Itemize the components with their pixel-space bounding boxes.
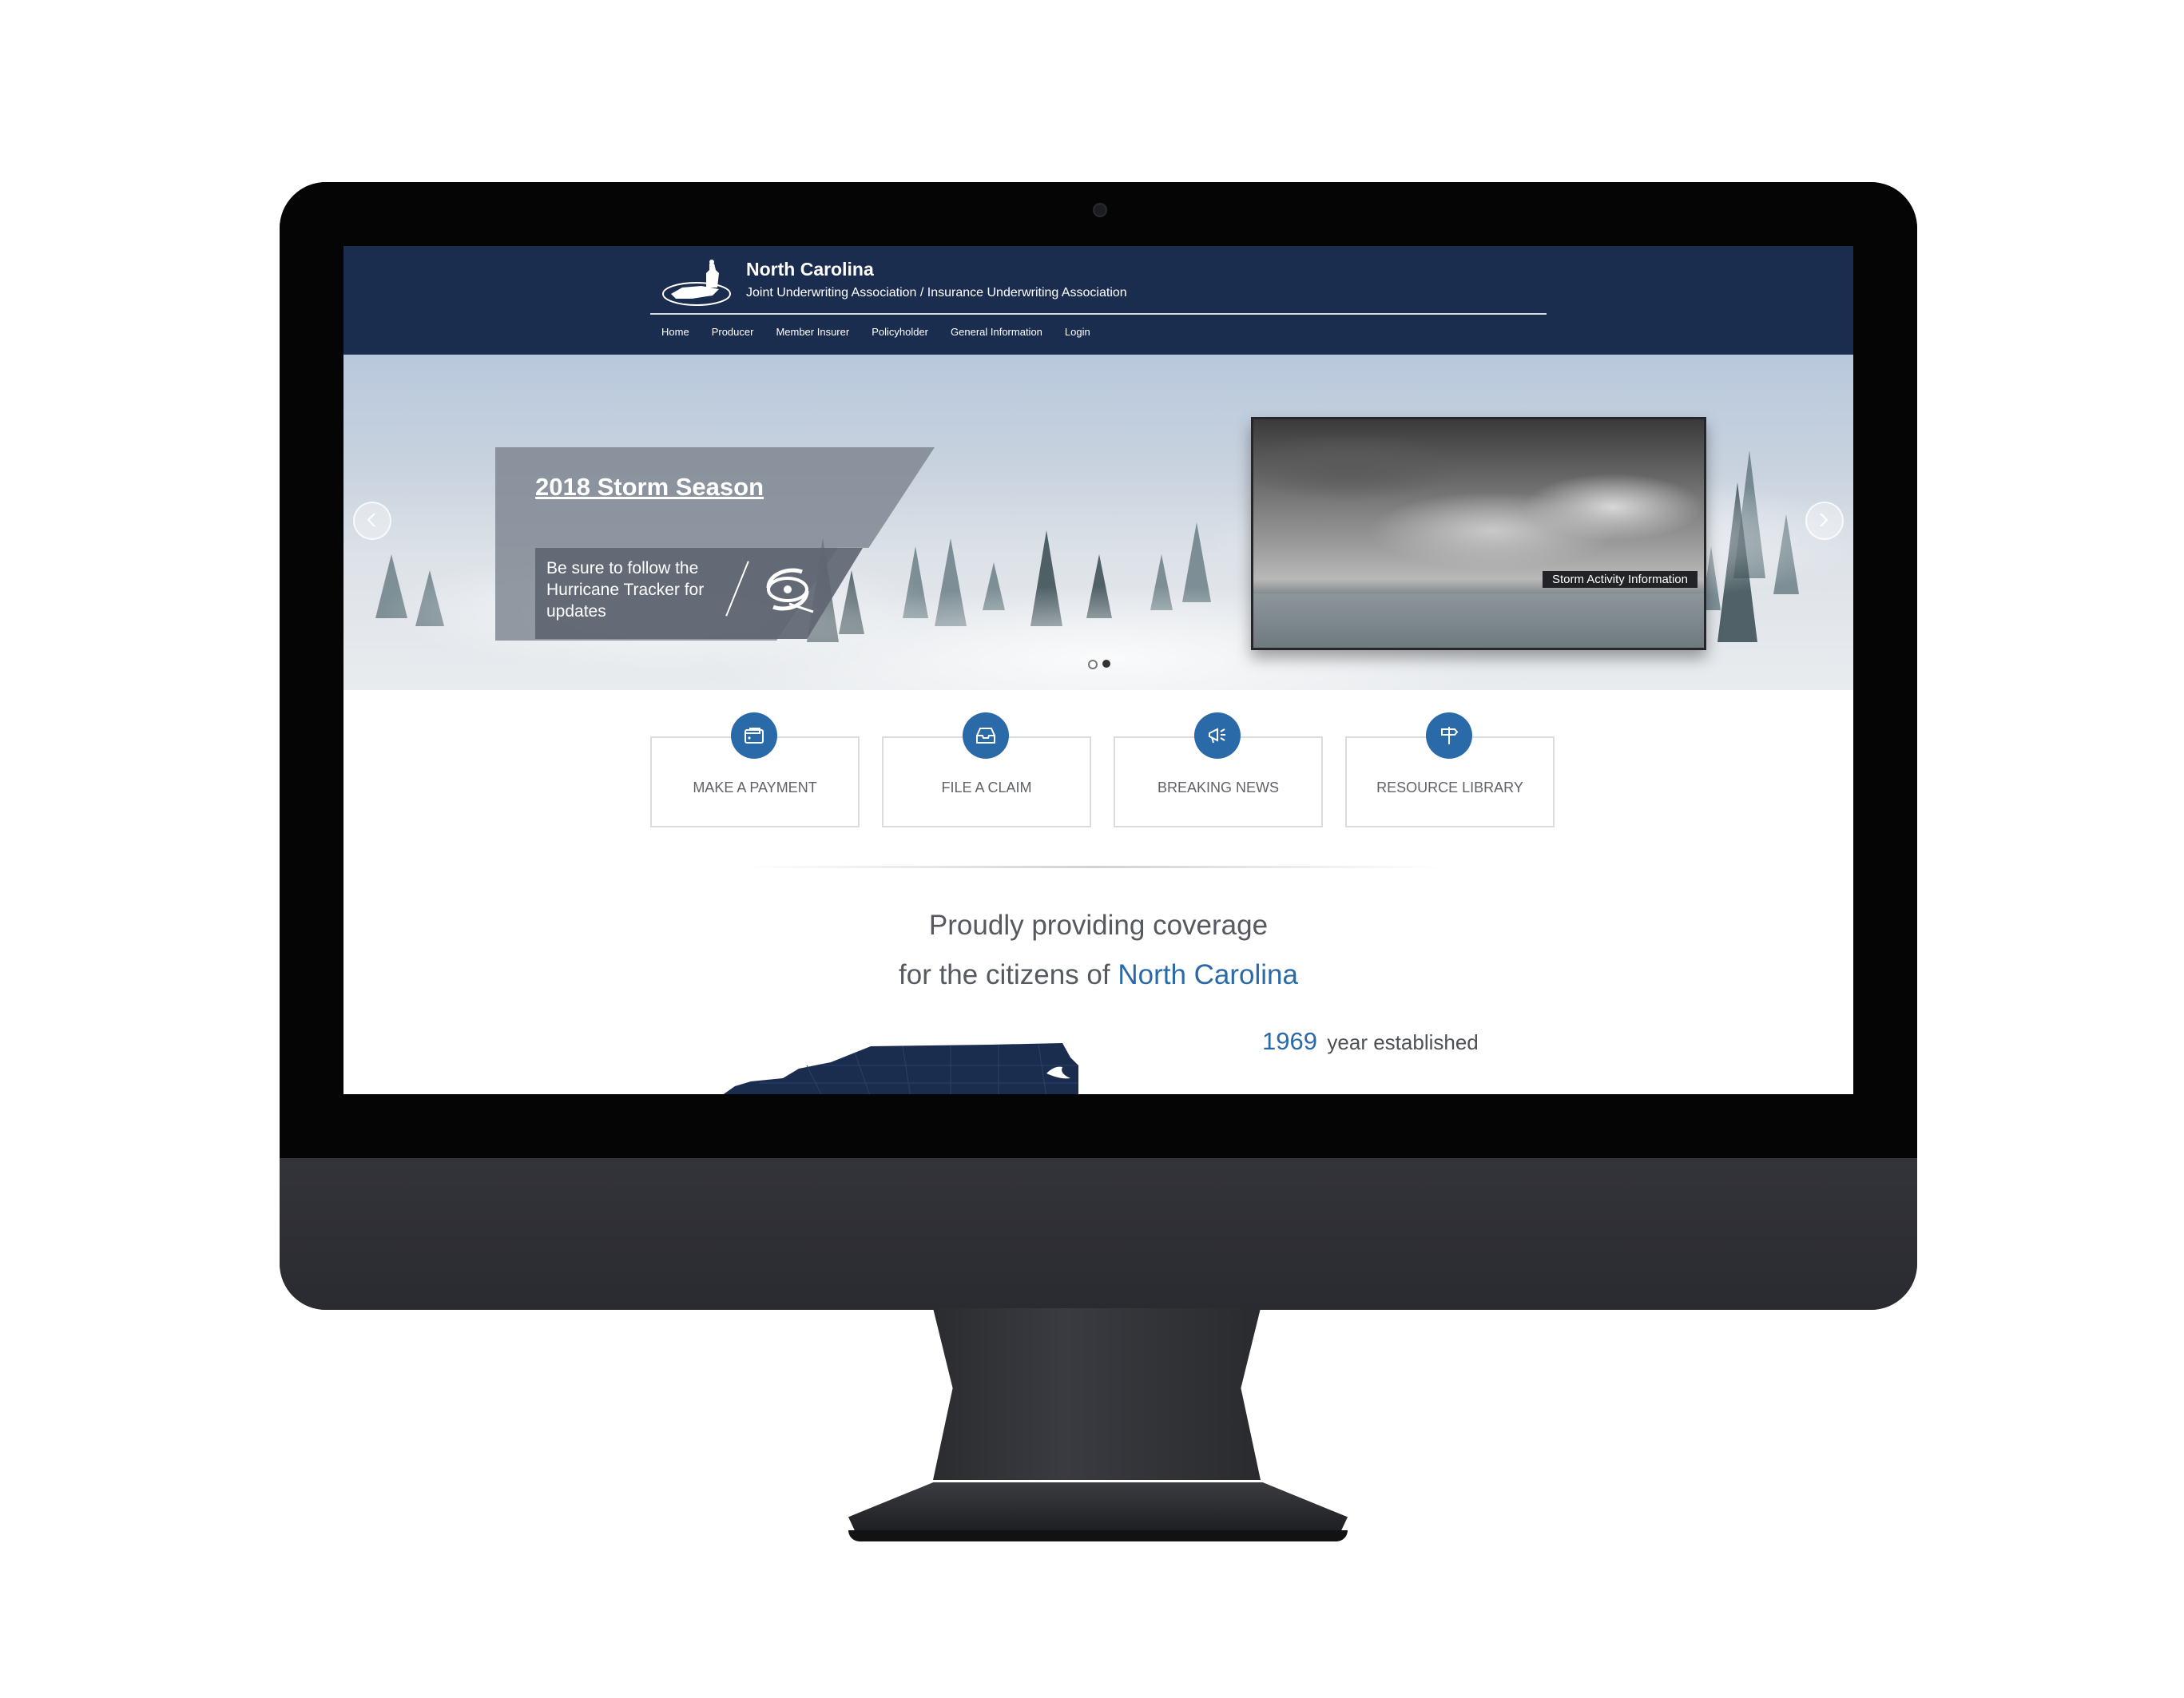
- site-header: North Carolina Joint Underwriting Associ…: [343, 246, 1853, 355]
- camera: [1093, 203, 1107, 217]
- carousel-prev-button[interactable]: [353, 502, 391, 540]
- make-a-payment-label: MAKE A PAYMENT: [693, 780, 817, 795]
- carousel-dot-1[interactable]: [1088, 660, 1098, 669]
- tagline-prefix: for the citizens of: [899, 959, 1110, 990]
- nav-home[interactable]: Home: [661, 326, 689, 338]
- wallet-icon: [731, 712, 777, 759]
- quick-links: MAKE A PAYMENT FILE A CLAIM BREAKING NEW…: [650, 712, 1555, 827]
- carousel-dots: [1088, 660, 1110, 669]
- make-a-payment-button[interactable]: MAKE A PAYMENT: [650, 712, 860, 827]
- stat-number: 1969: [1262, 1027, 1317, 1055]
- storm-sea: [1253, 593, 1704, 648]
- hero-title-link[interactable]: 2018 Storm Season: [535, 473, 764, 502]
- stat-year-established: 1969 year established: [1262, 1027, 1479, 1056]
- org-name: North Carolina: [746, 259, 874, 280]
- storm-activity-label[interactable]: Storm Activity Information: [1542, 571, 1698, 588]
- imac-chin: [280, 1158, 1917, 1310]
- nc-county-map: [711, 1041, 1094, 1094]
- resource-library-label: RESOURCE LIBRARY: [1376, 780, 1523, 795]
- section-divider: [743, 866, 1446, 868]
- megaphone-icon: [1194, 712, 1241, 759]
- stat-label: year established: [1327, 1030, 1479, 1054]
- tagline-highlight: North Carolina: [1118, 959, 1298, 990]
- stand-shadow: [848, 1530, 1348, 1541]
- tagline-line-2: for the citizens of North Carolina: [343, 950, 1853, 1000]
- tagline: Proudly providing coverage for the citiz…: [343, 901, 1853, 1000]
- breaking-news-button[interactable]: BREAKING NEWS: [1114, 712, 1323, 827]
- nav-general-information[interactable]: General Information: [951, 326, 1042, 338]
- screen: North Carolina Joint Underwriting Associ…: [343, 246, 1853, 1094]
- breaking-news-label: BREAKING NEWS: [1157, 780, 1280, 795]
- nav-login[interactable]: Login: [1065, 326, 1090, 338]
- main-nav: Home Producer Member Insurer Policyholde…: [661, 326, 1090, 338]
- hero-text: Be sure to follow the Hurricane Tracker …: [546, 559, 705, 621]
- file-a-claim-button[interactable]: FILE A CLAIM: [882, 712, 1091, 827]
- nav-policyholder[interactable]: Policyholder: [872, 326, 928, 338]
- carousel-dot-2[interactable]: [1102, 660, 1110, 668]
- signpost-icon: [1426, 712, 1472, 759]
- logo-icon[interactable]: [660, 259, 733, 311]
- stand-neck: [933, 1308, 1261, 1480]
- nav-member-insurer[interactable]: Member Insurer: [776, 326, 849, 338]
- org-subtitle: Joint Underwriting Association / Insuran…: [746, 286, 1127, 300]
- nav-producer[interactable]: Producer: [712, 326, 754, 338]
- file-a-claim-label: FILE A CLAIM: [941, 780, 1032, 795]
- carousel-next-button[interactable]: [1805, 502, 1844, 540]
- resource-library-button[interactable]: RESOURCE LIBRARY: [1345, 712, 1555, 827]
- tagline-line-1: Proudly providing coverage: [928, 910, 1269, 941]
- hurricane-icon[interactable]: [757, 564, 821, 620]
- inbox-icon: [963, 712, 1009, 759]
- chevron-left-icon: [367, 513, 375, 527]
- storm-video-frame[interactable]: Storm Activity Information: [1251, 417, 1706, 650]
- chevron-right-icon: [1820, 513, 1829, 527]
- header-divider: [650, 313, 1547, 315]
- hero-carousel: 2018 Storm Season Be sure to follow the …: [343, 355, 1853, 690]
